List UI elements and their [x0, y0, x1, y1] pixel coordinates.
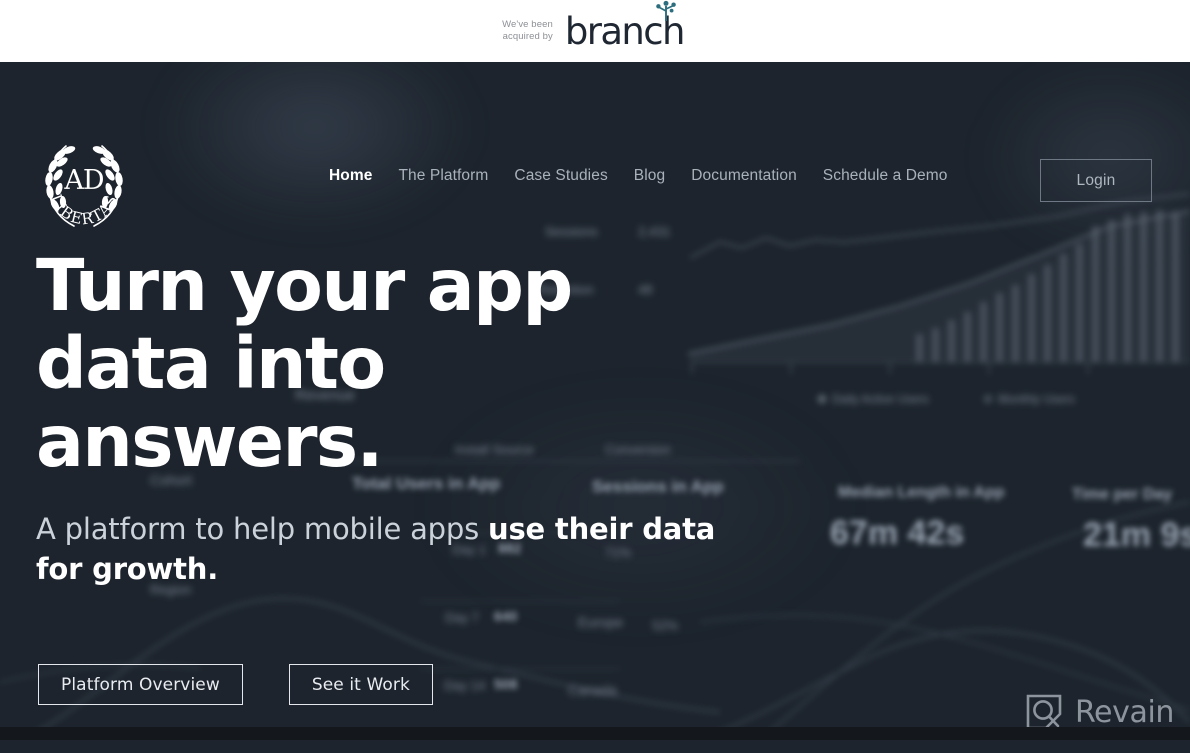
bg-label: 508 — [494, 676, 518, 692]
bg-label: 52% — [652, 618, 679, 633]
logo-wordmark: LIBERTAS — [46, 192, 121, 229]
bg-label: Day 14 — [444, 678, 486, 693]
nav-link-schedule-a-demo[interactable]: Schedule a Demo — [823, 167, 978, 185]
laurel-wreath-logo-icon: AD LIBERTAS — [45, 145, 123, 229]
sprout-icon — [656, 0, 676, 21]
hero-subheadline: A platform to help mobile apps use their… — [36, 509, 726, 589]
login-button[interactable]: Login — [1040, 159, 1152, 202]
branch-logo[interactable]: branch — [565, 0, 685, 50]
logo-initials: AD — [63, 165, 103, 196]
bg-label: Monthly Users — [998, 392, 1075, 406]
nav-links: Home The Platform Case Studies Blog Docu… — [329, 167, 978, 185]
bg-label: Europe — [578, 614, 624, 630]
hero-copy: Turn your app data into answers. A platf… — [36, 247, 736, 589]
nav-link-documentation[interactable]: Documentation — [691, 167, 823, 185]
platform-overview-button[interactable]: Platform Overview — [38, 664, 243, 705]
bg-label: Canada — [568, 682, 618, 698]
revain-wordmark: Revain — [1074, 694, 1174, 730]
hero-section: Sessions 2,431 Retention 48 Daily Active… — [0, 62, 1190, 740]
bg-metric: 67m 42s — [830, 514, 965, 552]
revain-watermark: Revain — [1024, 692, 1174, 732]
nav-link-blog[interactable]: Blog — [634, 167, 691, 185]
acquisition-notice: We've been acquired by — [502, 19, 553, 44]
bg-metric: 21m 9s — [1083, 516, 1190, 554]
nav-link-the-platform[interactable]: The Platform — [398, 167, 514, 185]
revain-logo-icon — [1026, 694, 1062, 730]
footer-strip — [0, 727, 1190, 740]
see-it-work-button[interactable]: See it Work — [288, 664, 433, 705]
hero-headline: Turn your app data into answers. — [36, 244, 573, 483]
bg-label: Daily Active Users — [832, 392, 929, 406]
bg-label: Sessions — [545, 224, 598, 239]
acquisition-banner: We've been acquired by branch — [0, 0, 1190, 62]
main-navigation: AD LIBERTAS Home The Platform Case Studi… — [0, 62, 1190, 229]
bg-label: Median Length in App — [838, 484, 1005, 501]
nav-link-home[interactable]: Home — [329, 167, 398, 185]
ad-libertas-logo[interactable]: AD LIBERTAS — [36, 134, 132, 232]
acquisition-banner-content[interactable]: We've been acquired by branch — [502, 0, 685, 50]
bg-label: Time per Day — [1072, 486, 1173, 503]
nav-link-case-studies[interactable]: Case Studies — [514, 167, 633, 185]
bg-label: 640 — [494, 608, 518, 624]
acquisition-notice-line1: We've been — [502, 18, 553, 30]
acquisition-notice-line2: acquired by — [502, 31, 553, 42]
bg-label: Day 7 — [445, 610, 479, 625]
hero-cta-row: Platform Overview See it Work — [38, 664, 433, 705]
bg-label: 2,431 — [638, 224, 671, 239]
hero-subheadline-light: A platform to help mobile apps — [36, 512, 489, 546]
